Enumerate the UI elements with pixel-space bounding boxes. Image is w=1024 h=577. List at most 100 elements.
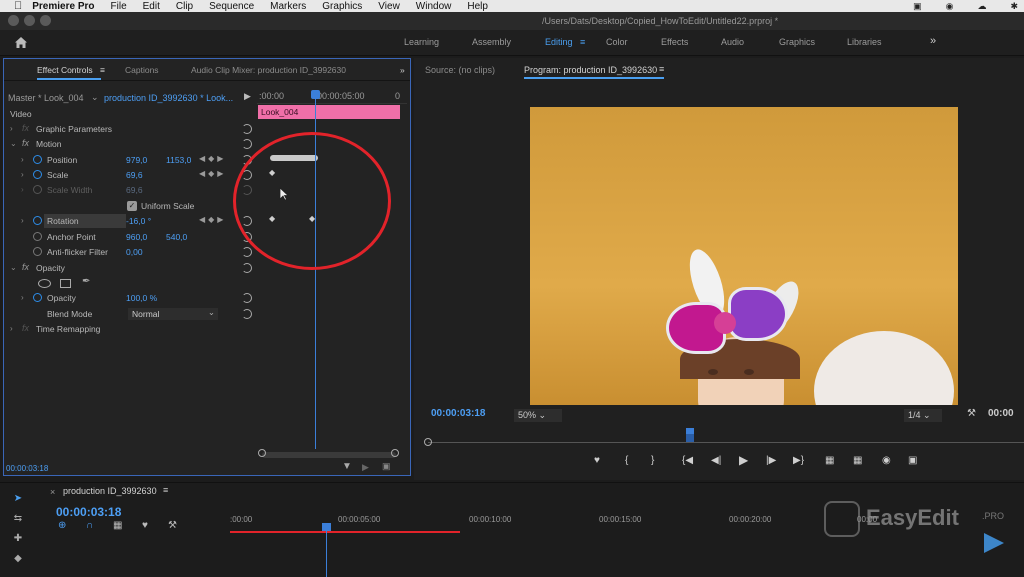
position-y-value[interactable]: 1153,0 (166, 155, 191, 165)
home-icon[interactable] (14, 36, 28, 49)
anchor-y-value[interactable]: 540,0 (166, 232, 187, 242)
zoom-select[interactable]: 50% ⌄ (514, 409, 562, 422)
nest-icon[interactable]: ⊕ (58, 520, 66, 531)
reset-opacity-icon[interactable] (242, 293, 252, 303)
mark-out-icon[interactable]: } (651, 455, 654, 466)
menu-edit[interactable]: Edit (143, 1, 160, 12)
workspace-color[interactable]: Color (606, 37, 628, 47)
twirl-time-remap-icon[interactable]: › (10, 324, 13, 333)
track-select-tool-icon[interactable]: ⇆ (10, 513, 26, 527)
tab-effect-controls[interactable]: Effect Controls (37, 65, 93, 75)
tab-captions[interactable]: Captions (125, 65, 159, 75)
export-frame-icon[interactable]: ◉ (882, 455, 891, 466)
uniform-scale-checkbox[interactable]: ✓ (127, 201, 137, 211)
program-scrub-start[interactable] (424, 438, 432, 446)
ec-timecode[interactable]: 00:00:03:18 (6, 464, 48, 473)
fx-opacity-icon[interactable]: fx (22, 262, 29, 272)
stopwatch-position-icon[interactable] (33, 155, 42, 164)
reset-anti-flicker-icon[interactable] (242, 247, 252, 257)
stopwatch-opacity-icon[interactable] (33, 293, 42, 302)
workspace-menu-icon[interactable]: ≡ (580, 37, 585, 47)
scale-value[interactable]: 69,6 (126, 170, 143, 180)
twirl-motion-icon[interactable]: ⌄ (10, 139, 17, 148)
menu-graphics[interactable]: Graphics (322, 1, 362, 12)
rotation-value[interactable]: -16,0 ° (126, 216, 151, 226)
fx-time-remap-icon[interactable]: fx (22, 323, 29, 333)
menu-sequence[interactable]: Sequence (209, 1, 254, 12)
tab-program[interactable]: Program: production ID_3992630 (524, 65, 657, 75)
lift-icon[interactable]: ▦ (825, 455, 834, 466)
sequence-menu-icon[interactable]: ≡ (163, 485, 168, 495)
more-panels-button[interactable]: » (400, 65, 405, 75)
go-to-out-icon[interactable]: ▶} (793, 455, 804, 466)
extract-icon[interactable]: ▦ (853, 455, 862, 466)
program-scrub-bar[interactable] (428, 442, 1024, 443)
tab-audio-clip-mixer[interactable]: Audio Clip Mixer: production ID_3992630 (191, 65, 346, 75)
workspace-assembly[interactable]: Assembly (472, 37, 511, 47)
ellipse-mask-icon[interactable] (38, 279, 51, 288)
creative-cloud-icon[interactable]: ☁ (977, 1, 986, 12)
resolution-select[interactable]: 1/4 ⌄ (904, 409, 942, 422)
scroll-left-handle[interactable] (258, 449, 266, 457)
close-sequence-icon[interactable]: × (50, 487, 55, 497)
step-back-icon[interactable]: ◀| (711, 455, 721, 466)
twirl-opacity-value-icon[interactable]: › (21, 293, 24, 302)
twirl-position-icon[interactable]: › (21, 155, 24, 164)
wrench-icon[interactable]: ⚒ (967, 408, 976, 419)
panel-menu-icon[interactable]: ≡ (100, 65, 105, 75)
timeline-timecode[interactable]: 00:00:03:18 (56, 505, 121, 519)
sequence-clip-link[interactable]: production ID_3992630 * Look... (104, 93, 233, 103)
stopwatch-scale-icon[interactable] (33, 170, 42, 179)
menu-file[interactable]: File (111, 1, 127, 12)
keyframe-nav-position[interactable]: ◀◆▶ (199, 154, 226, 163)
record-icon[interactable]: ◉ (946, 1, 954, 12)
reset-blend-icon[interactable] (242, 309, 252, 319)
clip-bar[interactable]: Look_004 (258, 105, 400, 119)
step-forward-icon[interactable]: |▶ (766, 455, 776, 466)
workspace-learning[interactable]: Learning (404, 37, 439, 47)
menu-markers[interactable]: Markers (270, 1, 306, 12)
anti-flicker-value[interactable]: 0,00 (126, 247, 143, 257)
stopwatch-anti-flicker-icon[interactable] (33, 247, 42, 256)
linked-selection-icon[interactable]: ▦ (113, 520, 122, 531)
keyframe-nav-rotation[interactable]: ◀◆▶ (199, 215, 226, 224)
ec-ruler[interactable]: :00:00 00:00:05:00 0 (257, 90, 407, 104)
reset-opacity-section-icon[interactable] (242, 263, 252, 273)
opacity-value[interactable]: 100,0 % (126, 293, 157, 303)
add-marker-timeline-icon[interactable]: ♥ (142, 520, 148, 531)
camera-icon[interactable]: ▣ (913, 1, 922, 12)
selection-tool-icon[interactable]: ➤ (10, 493, 26, 507)
play-audio-icon[interactable]: ▶ (362, 462, 369, 473)
app-menu[interactable]: Premiere Pro (32, 1, 94, 12)
ec-playhead-handle[interactable] (311, 90, 320, 99)
play-clip-icon[interactable]: ▶ (244, 91, 251, 102)
add-marker-icon[interactable]: ♥ (594, 455, 600, 466)
menu-help[interactable]: Help (467, 1, 488, 12)
fx-graphic-icon[interactable]: fx (22, 123, 29, 133)
go-to-in-icon[interactable]: {◀ (682, 455, 693, 466)
workspace-effects[interactable]: Effects (661, 37, 688, 47)
anchor-x-value[interactable]: 960,0 (126, 232, 147, 242)
pen-mask-icon[interactable]: ✒ (82, 276, 90, 287)
mark-in-icon[interactable]: { (625, 455, 628, 466)
twirl-graphic-icon[interactable]: › (10, 124, 13, 133)
twirl-opacity-icon[interactable]: ⌄ (10, 263, 17, 272)
zoom-window-button[interactable] (40, 15, 51, 26)
twirl-rotation-icon[interactable]: › (21, 216, 24, 225)
menu-window[interactable]: Window (416, 1, 452, 12)
reset-motion-icon[interactable] (242, 139, 252, 149)
keyframe-nav-scale[interactable]: ◀◆▶ (199, 169, 226, 178)
ec-zoom-scrollbar[interactable] (262, 452, 396, 458)
workspace-editing[interactable]: Editing (545, 37, 573, 47)
bluetooth-icon[interactable]: ✱ (1010, 1, 1018, 12)
sequence-tab[interactable]: production ID_3992630 (63, 486, 157, 496)
stopwatch-anchor-icon[interactable] (33, 232, 42, 241)
close-window-button[interactable] (8, 15, 19, 26)
program-timecode[interactable]: 00:00:03:18 (431, 408, 485, 419)
master-dropdown-icon[interactable]: ⌄ (91, 92, 99, 103)
ripple-edit-tool-icon[interactable]: ✚ (10, 533, 26, 547)
reset-graphic-icon[interactable] (242, 124, 252, 134)
filter-icon[interactable]: ▼ (342, 461, 352, 472)
workspace-graphics[interactable]: Graphics (779, 37, 815, 47)
timeline-settings-icon[interactable]: ⚒ (168, 520, 177, 531)
